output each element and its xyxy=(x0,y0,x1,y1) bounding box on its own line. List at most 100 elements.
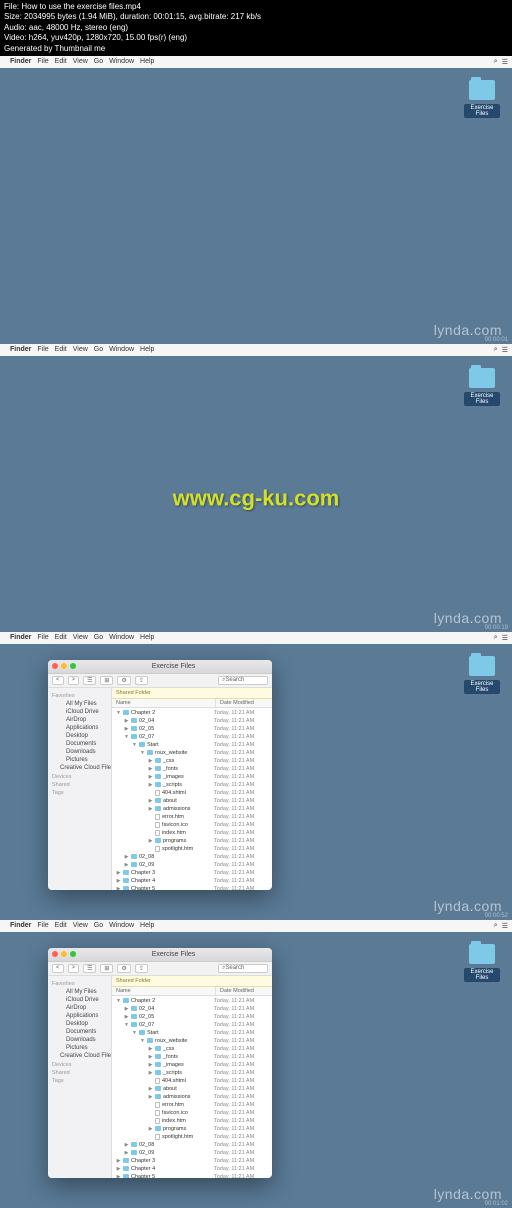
minimize-button[interactable] xyxy=(61,663,67,669)
disclosure-triangle-icon[interactable]: ▶ xyxy=(148,774,153,780)
disclosure-triangle-icon[interactable]: ▶ xyxy=(116,886,121,890)
file-row[interactable]: favicon.ico Today, 11:21 AM xyxy=(112,821,272,829)
sidebar-item[interactable]: Creative Cloud Files xyxy=(50,1052,109,1060)
sidebar-item[interactable]: AirDrop xyxy=(50,1004,109,1012)
col-date[interactable]: Date Modified xyxy=(216,987,272,995)
menu-item[interactable]: Help xyxy=(140,922,154,929)
file-row[interactable]: ▶ 02_08 Today, 11:21 AM xyxy=(112,1141,272,1149)
disclosure-triangle-icon[interactable]: ▼ xyxy=(132,1030,137,1036)
menu-item[interactable]: View xyxy=(73,346,88,353)
menu-item[interactable]: Window xyxy=(109,634,134,641)
file-row[interactable]: error.htm Today, 11:21 AM xyxy=(112,813,272,821)
file-row[interactable]: index.htm Today, 11:21 AM xyxy=(112,829,272,837)
file-row[interactable]: ▶ _scripts Today, 11:21 AM xyxy=(112,1069,272,1077)
app-name[interactable]: Finder xyxy=(10,58,31,65)
file-row[interactable]: ▶ Chapter 3 Today, 11:21 AM xyxy=(112,1157,272,1165)
menu-extras-icon[interactable]: ☰ xyxy=(502,922,508,930)
disclosure-triangle-icon[interactable]: ▶ xyxy=(124,726,129,732)
menu-item[interactable]: File xyxy=(37,346,48,353)
file-row[interactable]: ▶ _css Today, 11:21 AM xyxy=(112,1045,272,1053)
disclosure-triangle-icon[interactable]: ▼ xyxy=(124,734,129,740)
sidebar-item[interactable]: Creative Cloud Files xyxy=(50,764,109,772)
col-name[interactable]: Name xyxy=(112,987,216,995)
menu-item[interactable]: Go xyxy=(94,346,103,353)
sidebar-item[interactable]: Downloads xyxy=(50,748,109,756)
titlebar[interactable]: Exercise Files xyxy=(48,948,272,962)
menu-item[interactable]: Help xyxy=(140,634,154,641)
menu-item[interactable]: Edit xyxy=(55,922,67,929)
file-row[interactable]: ▶ about Today, 11:21 AM xyxy=(112,1085,272,1093)
disclosure-triangle-icon[interactable]: ▶ xyxy=(124,854,129,860)
finder-window[interactable]: Exercise Files < > ☰ ⊞ ⚙ ⇪ ⌕ Search Favo… xyxy=(48,660,272,890)
app-name[interactable]: Finder xyxy=(10,346,31,353)
desktop-folder[interactable]: Exercise Files xyxy=(464,368,500,408)
file-row[interactable]: ▶ Chapter 5 Today, 11:21 AM xyxy=(112,1173,272,1178)
disclosure-triangle-icon[interactable]: ▶ xyxy=(148,1070,153,1076)
file-row[interactable]: ▶ _fonts Today, 11:21 AM xyxy=(112,1053,272,1061)
search-icon[interactable]: ⌕ xyxy=(494,58,498,66)
menu-item[interactable]: Window xyxy=(109,346,134,353)
menu-extras-icon[interactable]: ☰ xyxy=(502,346,508,354)
menu-item[interactable]: Edit xyxy=(55,58,67,65)
sidebar-item[interactable]: iCloud Drive xyxy=(50,996,109,1004)
sidebar-item[interactable]: Downloads xyxy=(50,1036,109,1044)
sidebar-item[interactable]: AirDrop xyxy=(50,716,109,724)
disclosure-triangle-icon[interactable]: ▶ xyxy=(148,1094,153,1100)
view-button[interactable]: ☰ xyxy=(83,964,96,973)
back-button[interactable]: < xyxy=(52,676,64,685)
disclosure-triangle-icon[interactable]: ▼ xyxy=(116,710,121,716)
menu-item[interactable]: Window xyxy=(109,58,134,65)
file-row[interactable]: ▶ _css Today, 11:21 AM xyxy=(112,757,272,765)
sidebar-item[interactable]: Documents xyxy=(50,740,109,748)
disclosure-triangle-icon[interactable]: ▼ xyxy=(124,1022,129,1028)
disclosure-triangle-icon[interactable]: ▶ xyxy=(148,1086,153,1092)
disclosure-triangle-icon[interactable]: ▶ xyxy=(116,1158,121,1164)
menu-item[interactable]: File xyxy=(37,634,48,641)
menu-item[interactable]: File xyxy=(37,58,48,65)
file-row[interactable]: ▶ programs Today, 11:21 AM xyxy=(112,1125,272,1133)
file-row[interactable]: ▼ Chapter 2 Today, 11:21 AM xyxy=(112,709,272,717)
file-row[interactable]: ▼ 02_07 Today, 11:21 AM xyxy=(112,1021,272,1029)
titlebar[interactable]: Exercise Files xyxy=(48,660,272,674)
sidebar-item[interactable]: Desktop xyxy=(50,1020,109,1028)
file-row[interactable]: ▶ _images Today, 11:21 AM xyxy=(112,773,272,781)
action-button[interactable]: ⚙ xyxy=(117,676,130,685)
file-row[interactable]: ▼ Start Today, 11:21 AM xyxy=(112,741,272,749)
disclosure-triangle-icon[interactable]: ▶ xyxy=(148,1046,153,1052)
menu-item[interactable]: View xyxy=(73,58,88,65)
menu-item[interactable]: Go xyxy=(94,58,103,65)
sidebar-item[interactable]: Pictures xyxy=(50,1044,109,1052)
file-row[interactable]: ▶ Chapter 4 Today, 11:21 AM xyxy=(112,877,272,885)
file-row[interactable]: favicon.ico Today, 11:21 AM xyxy=(112,1109,272,1117)
share-button[interactable]: ⇪ xyxy=(135,676,148,685)
disclosure-triangle-icon[interactable]: ▶ xyxy=(148,782,153,788)
menu-item[interactable]: Edit xyxy=(55,346,67,353)
forward-button[interactable]: > xyxy=(68,676,80,685)
menu-item[interactable]: Go xyxy=(94,634,103,641)
search-icon[interactable]: ⌕ xyxy=(494,346,498,354)
close-button[interactable] xyxy=(52,663,58,669)
file-row[interactable]: ▶ 02_05 Today, 11:21 AM xyxy=(112,725,272,733)
menu-item[interactable]: Window xyxy=(109,922,134,929)
disclosure-triangle-icon[interactable]: ▼ xyxy=(140,1038,145,1044)
disclosure-triangle-icon[interactable]: ▶ xyxy=(116,878,121,884)
disclosure-triangle-icon[interactable]: ▶ xyxy=(148,1062,153,1068)
disclosure-triangle-icon[interactable]: ▼ xyxy=(140,750,145,756)
file-row[interactable]: ▶ admissions Today, 11:21 AM xyxy=(112,805,272,813)
file-row[interactable]: ▶ 02_09 Today, 11:21 AM xyxy=(112,861,272,869)
sidebar-item[interactable]: Applications xyxy=(50,1012,109,1020)
file-row[interactable]: ▼ Start Today, 11:21 AM xyxy=(112,1029,272,1037)
menu-item[interactable]: Go xyxy=(94,922,103,929)
zoom-button[interactable] xyxy=(70,951,76,957)
sidebar-item[interactable]: All My Files xyxy=(50,988,109,996)
search-icon[interactable]: ⌕ xyxy=(494,922,498,930)
file-row[interactable]: error.htm Today, 11:21 AM xyxy=(112,1101,272,1109)
action-button[interactable]: ⚙ xyxy=(117,964,130,973)
disclosure-triangle-icon[interactable]: ▶ xyxy=(148,806,153,812)
file-row[interactable]: ▶ 02_04 Today, 11:21 AM xyxy=(112,717,272,725)
menu-extras-icon[interactable]: ☰ xyxy=(502,58,508,66)
disclosure-triangle-icon[interactable]: ▶ xyxy=(124,1014,129,1020)
search-input[interactable]: ⌕ Search xyxy=(218,964,268,973)
disclosure-triangle-icon[interactable]: ▶ xyxy=(124,1006,129,1012)
search-input[interactable]: ⌕ Search xyxy=(218,676,268,685)
